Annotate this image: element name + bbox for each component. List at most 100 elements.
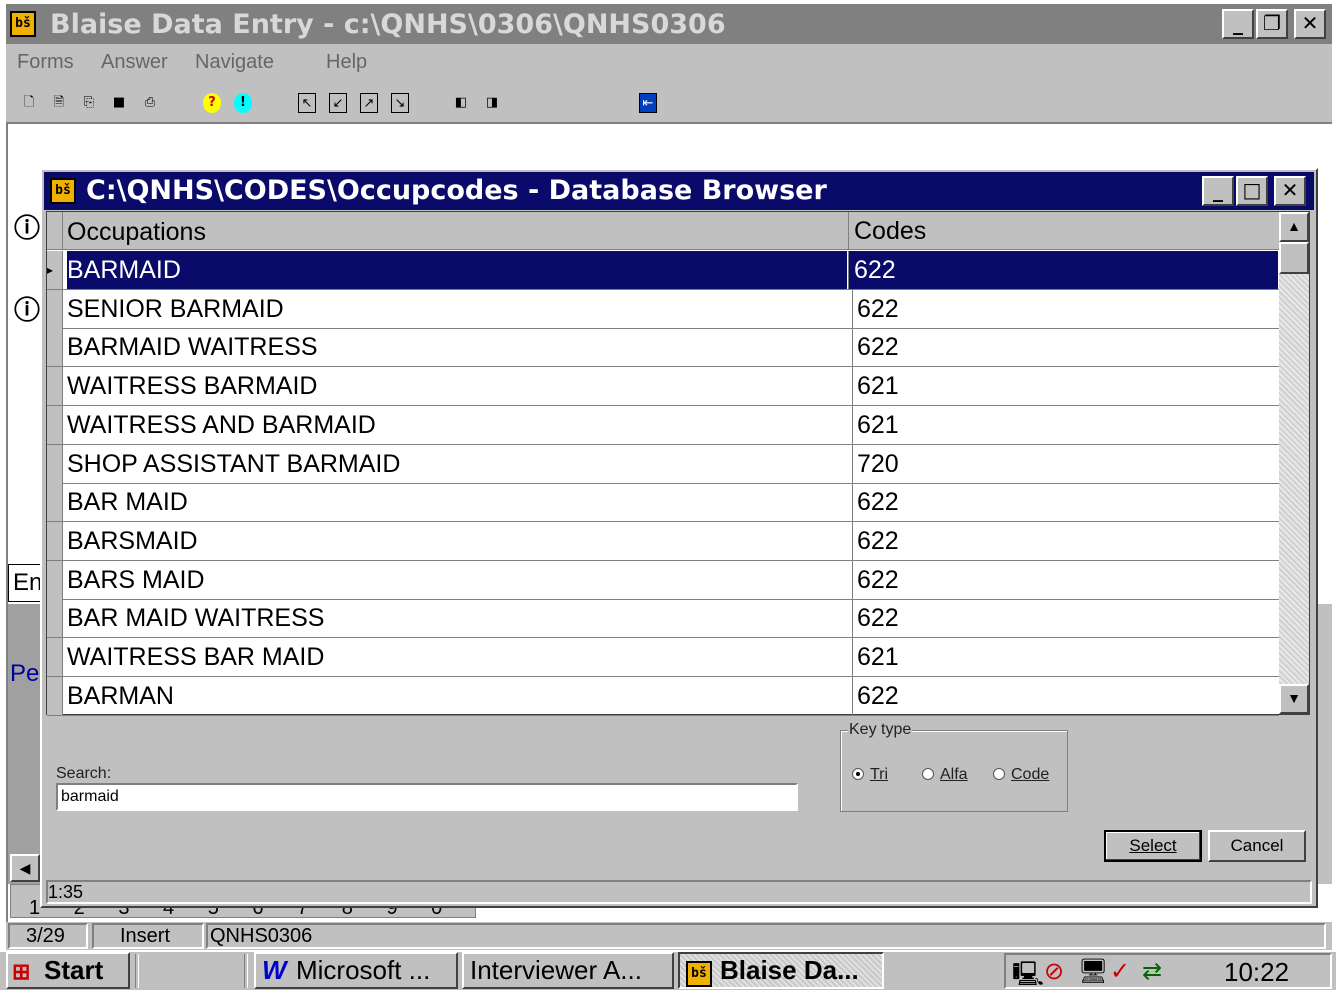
menu-help[interactable]: Help bbox=[326, 51, 367, 74]
radio-code-dot[interactable] bbox=[993, 768, 1005, 780]
info-icon[interactable]: ⓘ bbox=[14, 208, 40, 245]
vertical-scrollbar[interactable]: ▲ ▼ bbox=[1279, 212, 1309, 714]
table-row[interactable]: BAR MAID WAITRESS 622 bbox=[47, 599, 1279, 639]
cell-code[interactable]: 621 bbox=[852, 638, 1252, 676]
cell-occupation[interactable]: WAITRESS BAR MAID bbox=[67, 638, 847, 676]
cell-occupation[interactable]: BARMAN bbox=[67, 677, 847, 715]
table-row[interactable]: SENIOR BARMAID 622 bbox=[47, 289, 1279, 329]
open-form-icon[interactable]: 🗎 bbox=[50, 93, 68, 113]
blaise-app-icon[interactable]: bš bbox=[10, 11, 36, 37]
help-question-icon[interactable]: ? bbox=[203, 93, 221, 113]
row-indicator[interactable] bbox=[47, 444, 63, 483]
info-icon-2[interactable]: ⓘ bbox=[14, 290, 40, 327]
cell-occupation[interactable]: SHOP ASSISTANT BARMAID bbox=[67, 445, 847, 483]
row-indicator[interactable] bbox=[47, 599, 63, 638]
cell-code[interactable]: 622 bbox=[848, 251, 1278, 289]
taskbar-item-blaise[interactable]: bš Blaise Da... bbox=[678, 952, 884, 989]
new-form-icon[interactable]: 🗋 bbox=[20, 93, 38, 113]
cell-code[interactable]: 622 bbox=[852, 676, 1252, 715]
restore-button[interactable]: ❐ bbox=[1256, 9, 1288, 39]
cell-occupation[interactable]: WAITRESS BARMAID bbox=[67, 367, 847, 405]
cell-occupation[interactable]: BARMAID bbox=[67, 251, 847, 289]
table-row[interactable]: BAR MAID 622 bbox=[47, 483, 1279, 523]
dialog-maximize-button[interactable]: □ bbox=[1236, 176, 1268, 206]
cell-occupation[interactable]: WAITRESS AND BARMAID bbox=[67, 406, 847, 444]
radio-tri-dot[interactable] bbox=[852, 768, 864, 780]
cell-occupation[interactable]: SENIOR BARMAID bbox=[67, 290, 847, 328]
clock[interactable]: 10:22 bbox=[1224, 957, 1289, 988]
exit-icon[interactable]: ⇤ bbox=[639, 93, 657, 113]
cell-code[interactable]: 622 bbox=[852, 328, 1252, 367]
row-indicator[interactable]: ▸ bbox=[47, 251, 63, 289]
radio-code[interactable]: Code bbox=[993, 766, 1049, 784]
table-row[interactable]: WAITRESS BAR MAID 621 bbox=[47, 638, 1279, 677]
cell-code[interactable]: 621 bbox=[852, 405, 1252, 444]
scroll-up-button[interactable]: ▲ bbox=[1279, 212, 1309, 242]
cell-code[interactable]: 622 bbox=[852, 560, 1252, 599]
info-exclaim-icon[interactable]: ! bbox=[234, 93, 252, 113]
search-input[interactable] bbox=[56, 783, 798, 811]
page-forward-icon[interactable]: ◨ bbox=[483, 93, 501, 113]
table-row[interactable]: WAITRESS BARMAID 621 bbox=[47, 367, 1279, 407]
copy-form-icon[interactable]: ⎘ bbox=[80, 93, 98, 113]
print-icon[interactable]: ⎙ bbox=[141, 93, 159, 113]
menu-answer[interactable]: Answer bbox=[101, 51, 168, 74]
radio-alfa-dot[interactable] bbox=[922, 768, 934, 780]
nav-first-icon[interactable]: ↖ bbox=[298, 93, 316, 113]
scroll-down-button[interactable]: ▼ bbox=[1279, 684, 1309, 714]
computer-icon[interactable]: 🖥 bbox=[1078, 957, 1108, 986]
row-indicator[interactable] bbox=[47, 483, 63, 522]
cell-code[interactable]: 622 bbox=[852, 483, 1252, 522]
table-row[interactable]: ▸ BARMAID 622 bbox=[47, 251, 1279, 290]
menu-forms[interactable]: Forms bbox=[17, 51, 74, 74]
table-row[interactable]: BARMAN 622 bbox=[47, 676, 1279, 716]
table-row[interactable]: SHOP ASSISTANT BARMAID 720 bbox=[47, 444, 1279, 484]
taskbar-item-word[interactable]: W Microsoft ... bbox=[254, 952, 458, 989]
header-codes[interactable]: Codes bbox=[848, 212, 1278, 250]
scroll-thumb[interactable] bbox=[1279, 242, 1309, 274]
table-row[interactable]: WAITRESS AND BARMAID 621 bbox=[47, 405, 1279, 445]
row-indicator[interactable] bbox=[47, 367, 63, 406]
cell-code[interactable]: 622 bbox=[852, 521, 1252, 560]
table-row[interactable]: BARMAID WAITRESS 622 bbox=[47, 328, 1279, 368]
cell-occupation[interactable]: BAR MAID WAITRESS bbox=[67, 599, 847, 637]
antivirus-icon[interactable]: ⊘ bbox=[1044, 957, 1064, 986]
connection-icon[interactable]: ✓ bbox=[1110, 957, 1130, 986]
dialog-minimize-button[interactable]: _ bbox=[1202, 176, 1234, 206]
cell-code[interactable]: 621 bbox=[852, 367, 1252, 406]
cell-code[interactable]: 622 bbox=[852, 289, 1252, 328]
row-indicator[interactable] bbox=[47, 638, 63, 676]
header-occupations[interactable]: Occupations bbox=[67, 218, 206, 247]
close-button[interactable]: ✕ bbox=[1294, 9, 1326, 39]
nav-last-icon[interactable]: ↘ bbox=[391, 93, 409, 113]
minimize-button[interactable]: _ bbox=[1222, 9, 1254, 39]
table-row[interactable]: BARSMAID 622 bbox=[47, 521, 1279, 561]
table-row[interactable]: BARS MAID 622 bbox=[47, 560, 1279, 600]
nav-prev-icon[interactable]: ↙ bbox=[329, 93, 347, 113]
cancel-button[interactable]: Cancel bbox=[1208, 830, 1306, 862]
cell-code[interactable]: 720 bbox=[852, 444, 1252, 483]
menu-navigate[interactable]: Navigate bbox=[195, 51, 274, 74]
save-icon[interactable]: ■ bbox=[110, 93, 128, 113]
start-button[interactable]: ⊞ Start bbox=[6, 952, 130, 989]
cell-occupation[interactable]: BARSMAID bbox=[67, 522, 847, 560]
row-indicator[interactable] bbox=[47, 560, 63, 599]
cell-occupation[interactable]: BAR MAID bbox=[67, 483, 847, 521]
dialog-app-icon[interactable]: bš bbox=[50, 178, 76, 204]
row-indicator[interactable] bbox=[47, 405, 63, 444]
taskbar-item-interviewer[interactable]: Interviewer A... bbox=[462, 952, 674, 989]
select-button[interactable]: Select bbox=[1104, 830, 1202, 862]
cell-code[interactable]: 622 bbox=[852, 599, 1252, 638]
row-indicator[interactable] bbox=[47, 521, 63, 560]
radio-alfa[interactable]: Alfa bbox=[922, 766, 968, 784]
cell-occupation[interactable]: BARS MAID bbox=[67, 561, 847, 599]
nav-next-icon[interactable]: ↗ bbox=[360, 93, 378, 113]
row-indicator[interactable] bbox=[47, 676, 63, 715]
network-icon[interactable]: 🖳 bbox=[1012, 957, 1044, 998]
page-back-icon[interactable]: ◧ bbox=[452, 93, 470, 113]
row-indicator[interactable] bbox=[47, 289, 63, 328]
dialog-close-button[interactable]: ✕ bbox=[1274, 176, 1306, 206]
row-indicator[interactable] bbox=[47, 328, 63, 367]
cell-occupation[interactable]: BARMAID WAITRESS bbox=[67, 328, 847, 366]
scroll-left-button[interactable]: ◀ bbox=[10, 854, 40, 882]
